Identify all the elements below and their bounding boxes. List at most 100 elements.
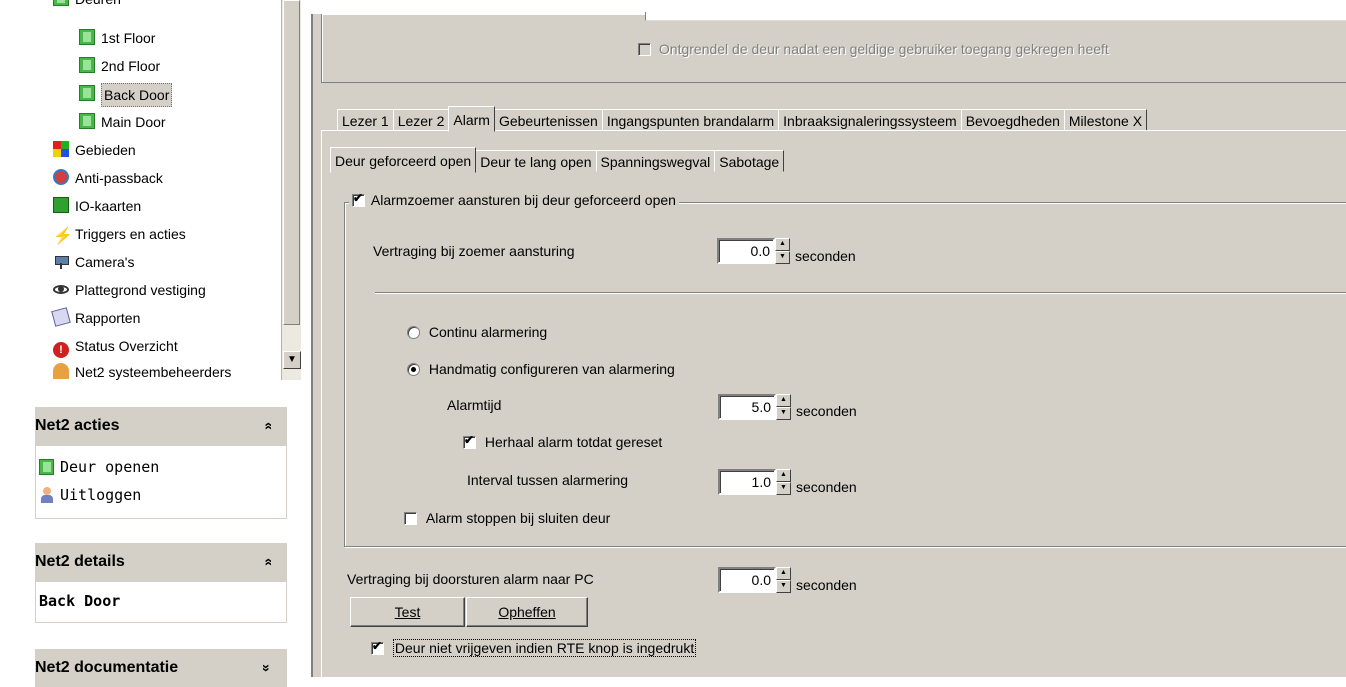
subtab-deur-te-lang-open[interactable]: Deur te lang open xyxy=(475,150,597,172)
seconds-label: seconden xyxy=(795,248,856,264)
spin-down-icon[interactable]: ▼ xyxy=(776,482,791,495)
lightning-icon: ⚡ xyxy=(53,228,73,245)
repeat-checkbox-row[interactable]: Herhaal alarm totdat gereset xyxy=(463,433,662,450)
tab-ingangspunten-brandalarm[interactable]: Ingangspunten brandalarm xyxy=(601,109,780,131)
spin-up-icon[interactable]: ▲ xyxy=(776,394,791,407)
main-tab-strip: Lezer 1 Lezer 2 Alarm Gebeurtenissen Ing… xyxy=(337,105,1148,132)
seconds-label: seconden xyxy=(796,479,857,495)
rte-checkbox[interactable] xyxy=(371,639,384,655)
tree-item-1st-floor[interactable]: 1st Floor xyxy=(79,27,155,49)
io-card-icon xyxy=(53,197,69,213)
door-icon xyxy=(79,113,95,129)
alarm-time-field[interactable]: 5.0 xyxy=(718,394,776,420)
subtab-sabotage[interactable]: Sabotage xyxy=(714,150,785,172)
tree-item-main-door[interactable]: Main Door xyxy=(79,111,166,133)
tree-item-plattegrond[interactable]: Plattegrond vestiging xyxy=(53,279,206,301)
alarm-group-checkbox[interactable] xyxy=(352,191,365,207)
sub-tab-strip: Deur geforceerd open Deur te lang open S… xyxy=(330,146,785,173)
tree-scrollbar[interactable]: ▼ xyxy=(281,0,301,380)
tree-item-back-door[interactable]: Back Door xyxy=(79,83,173,107)
panel-body-details: Back Door xyxy=(35,581,287,623)
continuous-radio-row[interactable]: Continu alarmering xyxy=(407,324,547,340)
tab-alarm[interactable]: Alarm xyxy=(448,106,495,132)
separator xyxy=(375,292,1346,294)
door-group-icon xyxy=(53,0,69,6)
tab-lezer-1[interactable]: Lezer 1 xyxy=(337,109,394,131)
eye-icon xyxy=(53,281,69,297)
tree-item-deuren[interactable]: Deuren xyxy=(53,0,121,10)
top-group-box: Ontgrendel de deur nadat een geldige geb… xyxy=(321,12,1346,83)
operators-icon xyxy=(53,363,69,379)
spin-up-icon[interactable]: ▲ xyxy=(776,567,791,580)
report-icon xyxy=(51,307,71,327)
tree-item-rapporten[interactable]: Rapporten xyxy=(51,307,140,329)
cancel-alarm-button[interactable]: Opheffen xyxy=(466,597,588,627)
tab-milestone[interactable]: Milestone X xyxy=(1063,109,1148,131)
door-properties-pane: Ontgrendel de deur nadat een geldige geb… xyxy=(311,12,1346,681)
interval-field[interactable]: 1.0 xyxy=(718,469,776,495)
door-icon xyxy=(79,85,95,101)
panel-header-details[interactable]: Net2 details » xyxy=(35,543,287,581)
panel-title: Net2 documentatie xyxy=(35,659,179,676)
spin-down-icon[interactable]: ▼ xyxy=(776,580,791,593)
unlock-checkbox[interactable] xyxy=(638,43,651,56)
spin-up-icon[interactable]: ▲ xyxy=(776,469,791,482)
continuous-radio[interactable] xyxy=(407,326,420,339)
alarm-time-label: Alarmtijd xyxy=(447,397,502,413)
repeat-checkbox[interactable] xyxy=(463,433,476,449)
tree-item-2nd-floor[interactable]: 2nd Floor xyxy=(79,55,160,77)
buzzer-delay-label: Vertraging bij zoemer aansturing xyxy=(373,243,575,259)
stop-checkbox-row[interactable]: Alarm stoppen bij sluiten deur xyxy=(404,510,610,526)
panel-header-documentatie[interactable]: Net2 documentatie » xyxy=(35,649,287,687)
tree-item-gebieden[interactable]: Gebieden xyxy=(53,139,136,161)
tree-item-io-kaarten[interactable]: IO-kaarten xyxy=(53,195,141,217)
tree-item-triggers[interactable]: ⚡ Triggers en acties xyxy=(53,223,186,245)
pc-delay-field[interactable]: 0.0 xyxy=(718,567,776,593)
tree-item-anti-passback[interactable]: Anti-passback xyxy=(53,167,163,189)
alert-icon: ! xyxy=(53,342,69,358)
alarm-group-legend[interactable]: Alarmzoemer aansturen bij deur geforceer… xyxy=(349,191,679,208)
tree-item-operators[interactable]: Net2 systeembeheerders xyxy=(53,361,231,380)
scrollbar-thumb[interactable] xyxy=(283,0,300,325)
tree-item-cameras[interactable]: Camera's xyxy=(53,251,134,273)
collapse-chevron-icon[interactable]: » xyxy=(248,558,286,566)
spin-down-icon[interactable]: ▼ xyxy=(775,251,790,264)
panel-header-acties[interactable]: Net2 acties » xyxy=(35,407,287,445)
subtab-deur-geforceerd-open[interactable]: Deur geforceerd open xyxy=(330,147,477,173)
details-value: Back Door xyxy=(39,592,121,610)
spin-down-icon[interactable]: ▼ xyxy=(776,407,791,420)
door-icon xyxy=(39,459,54,475)
unlock-checkbox-row[interactable]: Ontgrendel de deur nadat een geldige geb… xyxy=(638,41,1109,57)
tree-view[interactable]: Deuren 1st Floor 2nd Floor Back Door Mai… xyxy=(0,0,301,380)
seconds-label: seconden xyxy=(796,577,857,593)
stop-checkbox[interactable] xyxy=(404,512,417,525)
spin-up-icon[interactable]: ▲ xyxy=(775,238,790,251)
door-icon xyxy=(79,29,95,45)
manual-radio-row[interactable]: Handmatig configureren van alarmering xyxy=(407,361,675,377)
action-uitloggen[interactable]: Uitloggen xyxy=(39,482,141,508)
alarm-time-spinner[interactable]: 5.0 ▲ ▼ xyxy=(718,394,791,420)
top-text-field[interactable] xyxy=(645,12,1346,21)
pc-delay-spinner[interactable]: 0.0 ▲ ▼ xyxy=(718,567,791,593)
test-button[interactable]: Test xyxy=(350,597,465,627)
tree-item-status[interactable]: ! Status Overzicht xyxy=(53,335,178,358)
buzzer-delay-field[interactable]: 0.0 xyxy=(717,238,775,264)
tab-inbraaksignaleringssysteem[interactable]: Inbraaksignaleringssysteem xyxy=(778,109,962,131)
manual-radio[interactable] xyxy=(407,363,420,376)
scroll-down-arrow-icon[interactable]: ▼ xyxy=(283,351,301,369)
panel-body-acties: Deur openen Uitloggen xyxy=(35,445,287,519)
tab-bevoegdheden[interactable]: Bevoegdheden xyxy=(960,109,1065,131)
door-icon xyxy=(79,57,95,73)
seconds-label: seconden xyxy=(796,403,857,419)
rte-checkbox-row[interactable]: Deur niet vrijgeven indien RTE knop is i… xyxy=(371,639,697,657)
collapse-chevron-icon[interactable]: » xyxy=(248,422,286,430)
subtab-spanningswegval[interactable]: Spanningswegval xyxy=(595,150,716,172)
panel-title: Net2 details xyxy=(35,553,125,570)
expand-chevron-icon[interactable]: » xyxy=(248,664,286,672)
user-icon xyxy=(39,487,54,503)
interval-spinner[interactable]: 1.0 ▲ ▼ xyxy=(718,469,791,495)
action-deur-openen[interactable]: Deur openen xyxy=(39,454,159,480)
tab-gebeurtenissen[interactable]: Gebeurtenissen xyxy=(493,109,603,131)
tab-lezer-2[interactable]: Lezer 2 xyxy=(392,109,450,131)
buzzer-delay-spinner[interactable]: 0.0 ▲ ▼ xyxy=(717,238,790,264)
